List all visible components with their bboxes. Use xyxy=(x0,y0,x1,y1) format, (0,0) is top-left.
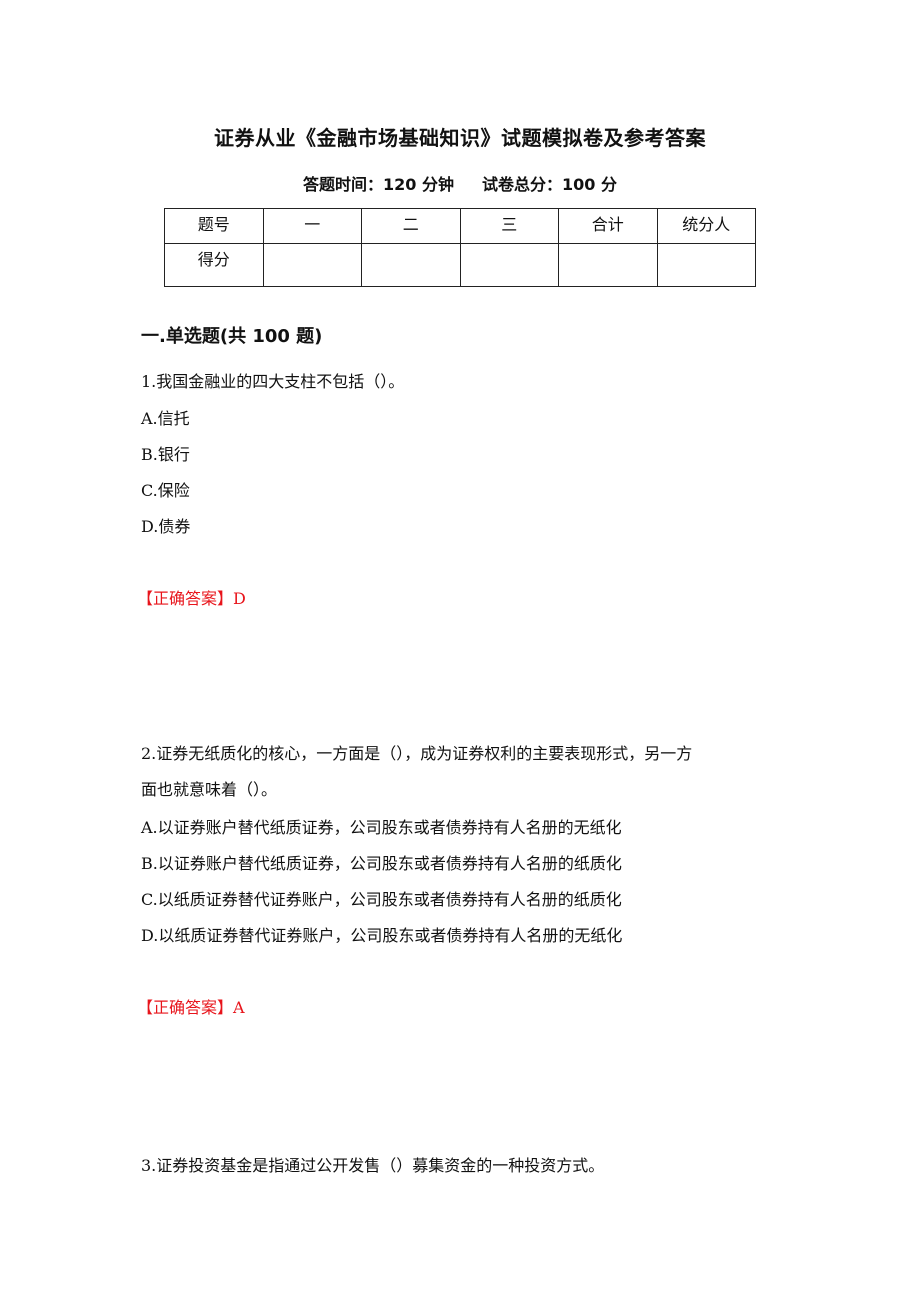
exam-total-score: 试卷总分：100 分 xyxy=(482,175,617,194)
answer-label: 【正确答案】 xyxy=(137,998,234,1017)
question-2-option-d: D.以纸质证券替代证券账户，公司股东或者债券持有人名册的无纸化 xyxy=(141,926,623,945)
question-2-answer: 【正确答案】A xyxy=(137,994,245,1018)
score-cell: 统分人 xyxy=(656,208,756,244)
score-cell xyxy=(558,243,658,287)
score-cell xyxy=(361,243,461,287)
score-cell xyxy=(656,243,756,287)
answer-label: 【正确答案】 xyxy=(137,589,234,608)
score-cell: 得分 xyxy=(164,243,264,287)
question-1-option-d: D.债券 xyxy=(141,517,191,536)
question-3-stem: 3.证券投资基金是指通过公开发售（）募集资金的一种投资方式。 xyxy=(141,1156,605,1175)
question-1-option-b: B.银行 xyxy=(141,445,190,464)
answer-letter: A xyxy=(233,998,245,1017)
score-table-score-row: 得分 xyxy=(164,243,756,287)
question-1-answer: 【正确答案】D xyxy=(137,585,246,609)
question-2-option-c: C.以纸质证券替代证券账户，公司股东或者债券持有人名册的纸质化 xyxy=(141,890,622,909)
score-cell: 题号 xyxy=(164,208,264,244)
score-table-header-row: 题号 一 二 三 合计 统分人 xyxy=(164,208,756,244)
question-2-stem-line-1: 2.证券无纸质化的核心，一方面是（），成为证券权利的主要表现形式，另一方 xyxy=(141,744,693,763)
score-cell: 三 xyxy=(459,208,559,244)
score-cell xyxy=(459,243,559,287)
score-cell xyxy=(262,243,362,287)
question-1-stem: 1.我国金融业的四大支柱不包括（）。 xyxy=(141,372,405,391)
answer-letter: D xyxy=(233,589,246,608)
question-2-option-a: A.以证券账户替代纸质证券，公司股东或者债券持有人名册的无纸化 xyxy=(141,818,622,837)
exam-info: 答题时间：120 分钟 试卷总分：100 分 xyxy=(0,171,920,195)
question-1-option-c: C.保险 xyxy=(141,481,190,500)
score-cell: 合计 xyxy=(558,208,658,244)
score-cell: 一 xyxy=(262,208,362,244)
question-2-option-b: B.以证券账户替代纸质证券，公司股东或者债券持有人名册的纸质化 xyxy=(141,854,622,873)
score-table: 题号 一 二 三 合计 统分人 得分 xyxy=(164,208,756,287)
section-heading: 一.单选题(共 100 题) xyxy=(141,326,323,347)
question-2-stem-line-2: 面也就意味着（）。 xyxy=(141,780,278,799)
exam-time: 答题时间：120 分钟 xyxy=(303,175,454,194)
score-cell: 二 xyxy=(361,208,461,244)
question-1-option-a: A.信托 xyxy=(141,409,190,428)
document-title: 证券从业《金融市场基础知识》试题模拟卷及参考答案 xyxy=(214,126,706,150)
